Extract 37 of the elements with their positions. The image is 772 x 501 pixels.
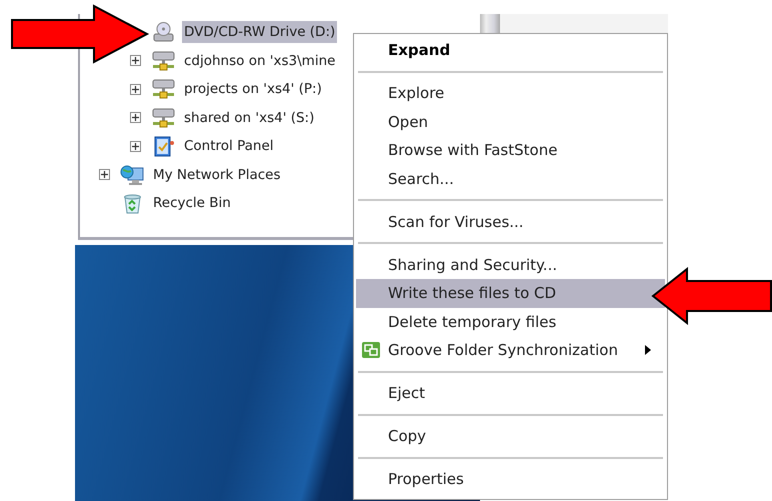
- menu-item[interactable]: Search...: [356, 164, 665, 193]
- tree-item[interactable]: DVD/CD-RW Drive (D:): [182, 21, 338, 44]
- tree-item[interactable]: shared on 'xs4' (S:): [182, 106, 316, 129]
- plus-icon: [101, 171, 108, 178]
- menu-item[interactable]: Groove Folder Synchronization: [356, 336, 665, 364]
- network-drive-icon: [151, 106, 176, 129]
- menu-item[interactable]: Delete temporary files: [356, 308, 665, 336]
- expand-toggle[interactable]: [99, 169, 110, 180]
- sync-folders-icon: [361, 341, 381, 360]
- tree-item[interactable]: Control Panel: [182, 135, 276, 158]
- tree-item[interactable]: Recycle Bin: [151, 192, 233, 214]
- expand-toggle[interactable]: [130, 140, 141, 152]
- plus-icon: [132, 86, 139, 93]
- tree-item[interactable]: cdjohnso on 'xs3\mine: [182, 50, 338, 72]
- menu-item[interactable]: Copy: [356, 422, 665, 450]
- cd-drive-icon: [151, 21, 176, 44]
- scrollbar[interactable]: [480, 14, 500, 34]
- expand-toggle[interactable]: [130, 55, 141, 66]
- expand-toggle[interactable]: [130, 84, 141, 95]
- menu-item[interactable]: Explore: [356, 79, 665, 108]
- network-drive-icon: [151, 78, 176, 100]
- menu-item[interactable]: Browse with FastStone: [356, 136, 665, 164]
- menu-item[interactable]: Open: [356, 108, 665, 136]
- network-drive-icon: [151, 50, 176, 72]
- plus-icon: [132, 114, 139, 122]
- menu-item[interactable]: Properties: [356, 465, 665, 494]
- menu-item[interactable]: Eject: [356, 379, 665, 408]
- plus-icon: [132, 57, 139, 64]
- tree-item[interactable]: My Network Places: [151, 164, 283, 186]
- expand-toggle[interactable]: [130, 112, 141, 124]
- tree-item[interactable]: projects on 'xs4' (P:): [182, 78, 324, 100]
- menu-item[interactable]: Sharing and Security...: [356, 250, 665, 279]
- menu-item[interactable]: Expand: [356, 36, 665, 64]
- menu-item[interactable]: Write these files to CD: [356, 279, 665, 308]
- plus-icon: [132, 142, 139, 150]
- menu-item[interactable]: Scan for Viruses...: [356, 208, 665, 236]
- network-computer-icon: [120, 164, 145, 186]
